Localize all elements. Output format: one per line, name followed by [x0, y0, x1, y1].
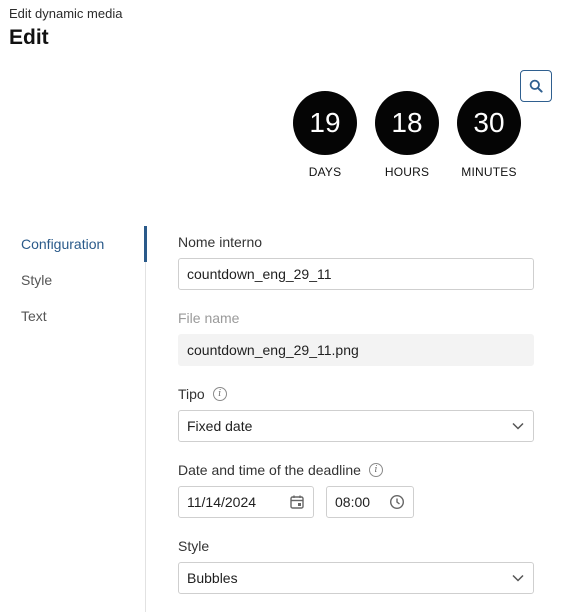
- calendar-icon[interactable]: [289, 494, 305, 510]
- breadcrumb[interactable]: Edit dynamic media: [9, 6, 122, 21]
- deadline-date-input[interactable]: 11/14/2024: [178, 486, 314, 518]
- sidebar-divider: [145, 226, 146, 612]
- file-name-label: File name: [178, 310, 239, 326]
- type-value: Fixed date: [187, 418, 253, 434]
- file-name-value: countdown_eng_29_11.png: [187, 342, 359, 358]
- deadline-label-text: Date and time of the deadline: [178, 462, 361, 478]
- hours-label: HOURS: [384, 165, 430, 179]
- countdown-minutes: 30 MINUTES: [456, 91, 522, 179]
- deadline-time-input[interactable]: 08:00: [326, 486, 414, 518]
- deadline-time-value: 08:00: [335, 494, 371, 510]
- sidebar-item-configuration[interactable]: Configuration: [21, 236, 104, 252]
- style-select[interactable]: Bubbles: [178, 562, 534, 594]
- type-label-text: Tipo: [178, 386, 205, 402]
- chevron-down-icon: [512, 422, 524, 430]
- info-icon[interactable]: i: [368, 463, 383, 477]
- file-name-field: countdown_eng_29_11.png: [178, 334, 534, 366]
- page-title: Edit: [9, 26, 49, 49]
- sidebar-item-text[interactable]: Text: [21, 308, 47, 324]
- style-label: Style: [178, 538, 209, 554]
- type-label: Tipo i: [178, 386, 227, 402]
- style-value: Bubbles: [187, 570, 238, 586]
- internal-name-label: Nome interno: [178, 234, 262, 250]
- preview-zoom-button[interactable]: [520, 70, 552, 102]
- style-label-text: Style: [178, 538, 210, 554]
- deadline-date-value: 11/14/2024: [187, 494, 257, 510]
- edit-dynamic-media-page: Edit dynamic media Edit 19 DAYS 18 HOURS…: [0, 0, 565, 612]
- days-label: DAYS: [308, 165, 342, 179]
- chevron-down-icon: [512, 574, 524, 582]
- countdown-hours: 18 HOURS: [374, 91, 440, 179]
- info-icon[interactable]: i: [212, 387, 227, 401]
- hours-bubble: 18: [375, 91, 439, 155]
- deadline-label: Date and time of the deadline i: [178, 462, 383, 478]
- internal-name-label-text: Nome interno: [178, 234, 263, 250]
- internal-name-input[interactable]: countdown_eng_29_11: [178, 258, 534, 290]
- search-icon: [529, 79, 543, 93]
- sidebar-item-style[interactable]: Style: [21, 272, 52, 288]
- internal-name-value: countdown_eng_29_11: [187, 266, 332, 282]
- file-name-label-text: File name: [178, 310, 240, 326]
- minutes-label: MINUTES: [461, 165, 517, 179]
- sidebar-active-indicator: [144, 226, 147, 262]
- days-bubble: 19: [293, 91, 357, 155]
- type-select[interactable]: Fixed date: [178, 410, 534, 442]
- minutes-bubble: 30: [457, 91, 521, 155]
- countdown-days: 19 DAYS: [292, 91, 358, 179]
- clock-icon[interactable]: [389, 494, 405, 510]
